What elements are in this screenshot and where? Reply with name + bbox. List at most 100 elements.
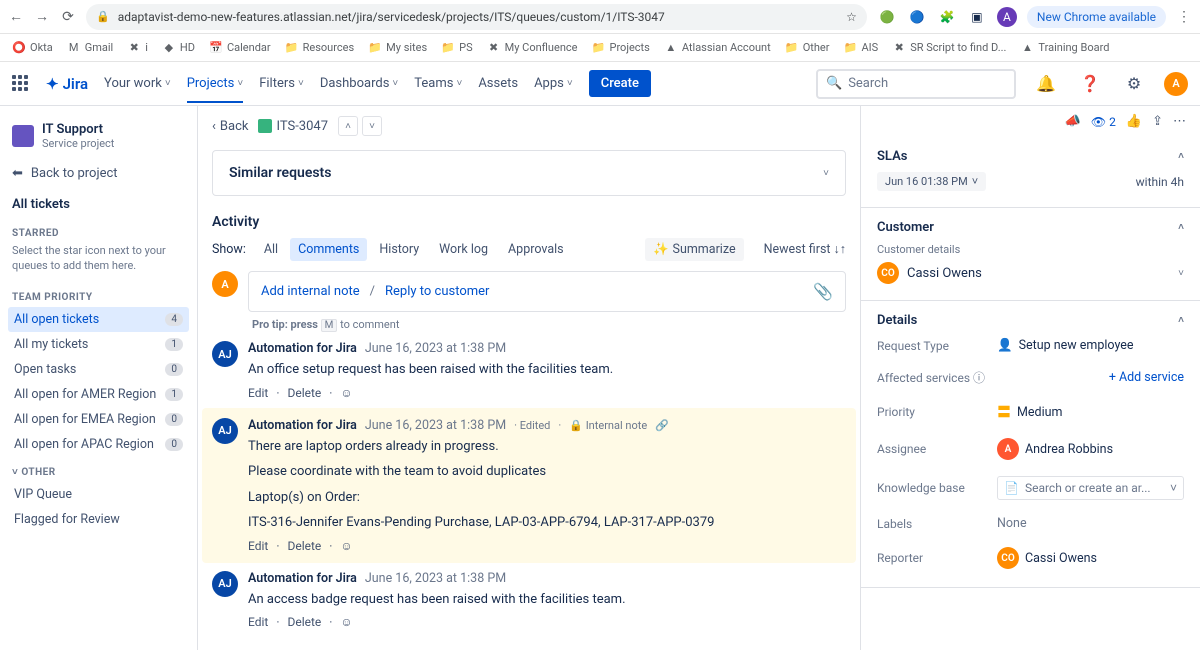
other-section[interactable]: ˅ OTHER	[8, 457, 189, 482]
back-button[interactable]: ‹ Back	[212, 119, 248, 134]
edit-link[interactable]: Edit	[248, 615, 268, 629]
settings-icon[interactable]: ⚙	[1120, 70, 1148, 98]
vote-icon[interactable]: 👍	[1126, 114, 1142, 129]
tab-comments[interactable]: Comments	[290, 238, 367, 261]
update-button[interactable]: New Chrome available	[1027, 6, 1166, 28]
nav-assets[interactable]: Assets	[478, 76, 518, 91]
bookmark-item[interactable]: ▲Atlassian Account	[664, 41, 771, 55]
request-type-value[interactable]: 👤 Setup new employee	[997, 338, 1184, 353]
reload-icon[interactable]: ⟳	[60, 9, 76, 25]
comment: AJ Automation for JiraJune 16, 2023 at 1…	[212, 341, 846, 400]
queue-item[interactable]: All open tickets4	[8, 307, 189, 332]
bookmark-item[interactable]: 📁PS	[441, 41, 472, 55]
priority-icon: 〓	[997, 402, 1011, 422]
prev-issue-button[interactable]: ˄	[338, 116, 358, 136]
assignee-value[interactable]: AAndrea Robbins	[997, 438, 1184, 460]
bookmark-item[interactable]: MGmail	[67, 41, 113, 55]
menu-icon[interactable]: ⋮	[1176, 9, 1192, 25]
back-to-project[interactable]: ⬅ Back to project	[8, 160, 189, 187]
back-icon[interactable]: ←	[8, 9, 24, 25]
tab-work-log[interactable]: Work log	[431, 238, 496, 261]
summarize-button[interactable]: ✨ Summarize	[645, 238, 744, 261]
bookmark-item[interactable]: ⭕Okta	[12, 41, 53, 55]
queue-item[interactable]: All open for APAC Region0	[8, 432, 189, 457]
reaction-icon[interactable]: ☺	[340, 615, 352, 629]
reaction-icon[interactable]: ☺	[340, 539, 352, 553]
queue-item[interactable]: VIP Queue	[8, 482, 189, 507]
slas-header[interactable]: SLAs˄	[877, 147, 1184, 166]
similar-requests-panel[interactable]: Similar requests ˅	[212, 150, 846, 196]
nav-dashboards[interactable]: Dashboards ˅	[320, 76, 398, 91]
add-service-button[interactable]: + Add service	[1109, 370, 1184, 385]
all-tickets-link[interactable]: All tickets	[8, 187, 189, 218]
project-header[interactable]: IT Support Service project	[8, 118, 189, 160]
activity-heading: Activity	[212, 206, 846, 234]
url-bar[interactable]: 🔒 adaptavist-demo-new-features.atlassian…	[86, 4, 867, 30]
knowledge-base-select[interactable]: 📄 Search or create an ar... ˅	[997, 476, 1184, 500]
create-button[interactable]: Create	[589, 70, 651, 97]
bookmark-item[interactable]: ✖i	[127, 41, 148, 55]
bookmark-item[interactable]: 📁AIS	[844, 41, 879, 55]
search-input[interactable]: 🔍 Search	[816, 69, 1016, 99]
author-avatar: AJ	[212, 418, 238, 444]
profile-avatar[interactable]: A	[997, 7, 1017, 27]
app-switcher-icon[interactable]	[12, 75, 30, 93]
extensions-icon[interactable]: 🧩	[937, 7, 957, 27]
customer-header[interactable]: Customer˄	[877, 218, 1184, 237]
tab-all[interactable]: All	[256, 238, 286, 261]
queue-item[interactable]: All my tickets1	[8, 332, 189, 357]
delete-link[interactable]: Delete	[287, 539, 321, 553]
delete-link[interactable]: Delete	[287, 615, 321, 629]
nav-filters[interactable]: Filters ˅	[259, 76, 304, 91]
nav-teams[interactable]: Teams ˅	[414, 76, 462, 91]
add-internal-note-link[interactable]: Add internal note	[261, 284, 360, 299]
bookmark-item[interactable]: 📅Calendar	[209, 41, 271, 55]
tab-history[interactable]: History	[371, 238, 427, 261]
bookmark-item[interactable]: 📁Resources	[285, 41, 355, 55]
reaction-icon[interactable]: ☺	[340, 386, 352, 400]
details-header[interactable]: Details˄	[877, 311, 1184, 330]
sla-date[interactable]: Jun 16 01:38 PM ˅	[877, 172, 986, 191]
next-issue-button[interactable]: ˅	[362, 116, 382, 136]
tab-approvals[interactable]: Approvals	[500, 238, 572, 261]
user-avatar[interactable]: A	[1164, 72, 1188, 96]
notifications-icon[interactable]: 🔔	[1032, 70, 1060, 98]
panel-icon[interactable]: ▣	[967, 7, 987, 27]
comment-input[interactable]: Add internal note / Reply to customer 📎	[248, 271, 846, 312]
delete-link[interactable]: Delete	[287, 386, 321, 400]
labels-value[interactable]: None	[997, 516, 1184, 531]
feedback-icon[interactable]: 📣	[1065, 114, 1081, 129]
sort-button[interactable]: Newest first ↓↑	[764, 242, 846, 257]
nav-your-work[interactable]: Your work ˅	[104, 76, 171, 91]
help-icon[interactable]: ❓	[1076, 70, 1104, 98]
queue-item[interactable]: All open for AMER Region1	[8, 382, 189, 407]
forward-icon[interactable]: →	[34, 9, 50, 25]
star-icon[interactable]: ☆	[846, 10, 857, 24]
reporter-value[interactable]: COCassi Owens	[997, 547, 1184, 569]
bookmark-item[interactable]: ◆HD	[162, 41, 195, 55]
issue-key[interactable]: ITS-3047	[258, 119, 328, 134]
customer-row[interactable]: CO Cassi Owens ˅	[877, 256, 1184, 290]
nav-apps[interactable]: Apps ˅	[534, 76, 573, 91]
queue-item[interactable]: Open tasks0	[8, 357, 189, 382]
share-icon[interactable]: ⇪	[1152, 114, 1163, 129]
jira-logo[interactable]: ✦ Jira	[46, 75, 88, 93]
edit-link[interactable]: Edit	[248, 386, 268, 400]
priority-value[interactable]: 〓Medium	[997, 402, 1184, 422]
nav-projects[interactable]: Projects ˅	[187, 76, 244, 103]
bookmark-item[interactable]: ✖My Confluence	[487, 41, 578, 55]
queue-item[interactable]: Flagged for Review	[8, 507, 189, 532]
edit-link[interactable]: Edit	[248, 539, 268, 553]
bookmark-item[interactable]: ▲Training Board	[1020, 41, 1109, 55]
more-icon[interactable]: ⋯	[1173, 114, 1186, 129]
watchers-button[interactable]: 👁 2	[1091, 115, 1116, 129]
reply-customer-link[interactable]: Reply to customer	[385, 284, 489, 299]
bookmark-item[interactable]: 📁My sites	[368, 41, 427, 55]
extension-icon[interactable]: 🟢	[877, 7, 897, 27]
queue-item[interactable]: All open for EMEA Region0	[8, 407, 189, 432]
extension-icon[interactable]: 🔵	[907, 7, 927, 27]
bookmark-item[interactable]: 📁Other	[785, 41, 830, 55]
attach-icon[interactable]: 📎	[813, 282, 833, 301]
bookmark-item[interactable]: ✖SR Script to find D...	[892, 41, 1006, 55]
bookmark-item[interactable]: 📁Projects	[592, 41, 650, 55]
